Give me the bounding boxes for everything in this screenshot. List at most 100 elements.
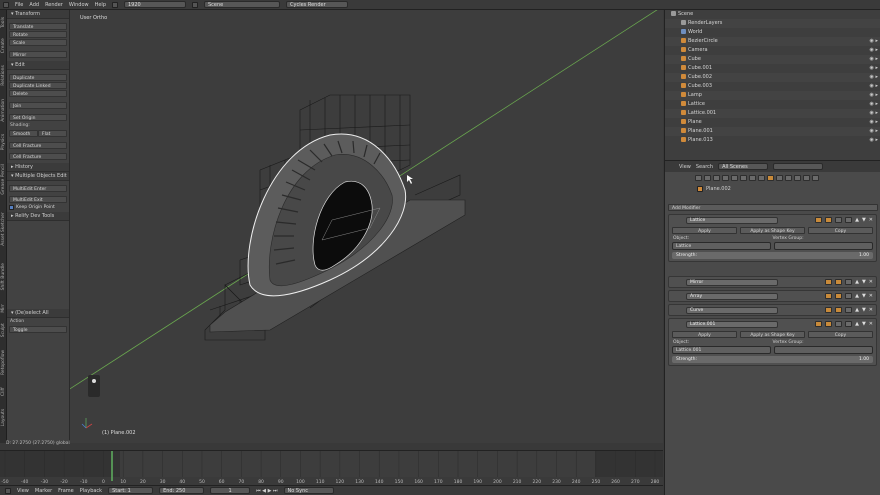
visibility-icon[interactable]: ◉ ▸ (866, 118, 878, 127)
vertex-group-field[interactable] (774, 242, 873, 250)
multiedit-enter-button[interactable]: MultiEdit Enter (9, 185, 67, 192)
panel-select-all-header[interactable]: ▾ (De)select All (7, 309, 69, 318)
panel-edit-header[interactable]: ▾ Edit (7, 61, 69, 70)
properties-tab-icon[interactable] (785, 175, 792, 181)
scene-icon[interactable] (192, 1, 198, 8)
outliner-item[interactable]: Plane.013 ◉ ▸ (665, 136, 880, 145)
keep-origin-checkbox[interactable]: Keep Origin Point (9, 204, 67, 211)
properties-tab-icon[interactable] (731, 175, 738, 181)
outliner-search-input[interactable] (773, 163, 824, 170)
properties-tab-icon[interactable] (812, 175, 819, 181)
move-down-icon[interactable]: ▼ (862, 321, 866, 327)
visibility-icon[interactable]: ◉ ▸ (866, 73, 878, 82)
menu-file[interactable]: File (15, 2, 23, 8)
lattice-object-field-2[interactable]: Lattice.001 (672, 346, 771, 354)
flat-button[interactable]: Flat (38, 130, 67, 137)
tab-physics[interactable]: Physics (0, 129, 7, 155)
visibility-icon[interactable]: ◉ ▸ (866, 127, 878, 136)
timeline[interactable]: -50 -40 -30 -20 -10 0 10 20 30 40 50 60 70 80 90 100 110… (0, 450, 663, 485)
smooth-button[interactable]: Smooth (9, 130, 38, 137)
3d-viewport[interactable]: User Ortho (1) Plane.002 (70, 10, 663, 443)
lattice-object-field[interactable]: Lattice (672, 242, 771, 250)
outliner-item[interactable]: Camera ◉ ▸ (665, 46, 880, 55)
layout-field[interactable]: 1920 (124, 1, 186, 8)
close-icon[interactable]: ✕ (869, 293, 873, 299)
tab-tools[interactable]: Tools (0, 12, 7, 32)
visibility-icon[interactable]: ◉ ▸ (866, 136, 878, 145)
outliner-search-menu[interactable]: Search (696, 164, 713, 170)
tab-create[interactable]: Create (0, 34, 7, 57)
outliner-item[interactable]: BezierCircle ◉ ▸ (665, 37, 880, 46)
rotate-button[interactable]: Rotate (9, 31, 67, 38)
panel-multi-edit-header[interactable]: ▾ Multiple Objects Edit (7, 172, 69, 181)
properties-tab-icon[interactable] (776, 175, 783, 181)
properties-tab-icon[interactable] (803, 175, 810, 181)
properties-tab-icon[interactable] (722, 175, 729, 181)
end-frame-field[interactable]: End: 250 (159, 487, 205, 494)
copy-button-2[interactable]: Copy (808, 331, 873, 338)
array-name-field[interactable]: Array (686, 292, 778, 300)
cell-fracture-button-2[interactable]: Cell Fracture (9, 153, 67, 160)
move-up-icon[interactable]: ▲ (855, 293, 859, 299)
visibility-icon[interactable]: ◉ ▸ (866, 46, 878, 55)
timeline-editor-icon[interactable] (5, 487, 11, 494)
outliner-item[interactable]: Cube.002 ◉ ▸ (665, 73, 880, 82)
properties-tab-icon[interactable] (695, 175, 702, 181)
layout-icon[interactable] (112, 1, 118, 8)
outliner-item[interactable]: Cube.003 ◉ ▸ (665, 82, 880, 91)
outliner-item[interactable]: Cube ◉ ▸ (665, 55, 880, 64)
cell-fracture-button[interactable]: Cell Fracture (9, 142, 67, 149)
close-icon[interactable]: ✕ (869, 279, 873, 285)
outliner-item[interactable]: Lattice.001 ◉ ▸ (665, 109, 880, 118)
close-icon[interactable]: ✕ (869, 321, 873, 327)
tab-mirr[interactable]: Mirr (0, 300, 7, 317)
outliner-item[interactable]: Cube.001 ◉ ▸ (665, 64, 880, 73)
modifier-viewport-toggle[interactable] (825, 217, 833, 223)
strength-slider[interactable]: Strength: 1.00 (672, 252, 873, 259)
playback-controls[interactable]: ⏮ ◀ ▶ ⏭ (256, 488, 277, 494)
menu-help[interactable]: Help (95, 2, 106, 8)
outliner-item[interactable]: Plane ◉ ▸ (665, 118, 880, 127)
modifier-name-field[interactable]: Lattice (686, 216, 778, 224)
delete-button[interactable]: Delete (9, 90, 67, 97)
duplicate-linked-button[interactable]: Duplicate Linked (9, 82, 67, 89)
outliner-view-menu[interactable]: View (679, 164, 691, 170)
timeline-menu-playback[interactable]: Playback (80, 488, 102, 494)
properties-tab-icon[interactable] (794, 175, 801, 181)
tab-sculpt[interactable]: Sculpt (0, 319, 7, 342)
visibility-icon[interactable]: ◉ ▸ (866, 37, 878, 46)
outliner-item[interactable]: RenderLayers (665, 19, 880, 28)
tab-shift-bundle[interactable]: Shift Bundle (0, 256, 7, 298)
modifier-cage-toggle[interactable] (845, 217, 853, 223)
duplicate-button[interactable]: Duplicate (9, 74, 67, 81)
scene-field[interactable]: Scene (204, 1, 280, 8)
modifier-name-field-2[interactable]: Lattice.001 (686, 320, 778, 328)
move-up-icon[interactable]: ▲ (855, 279, 859, 285)
move-down-icon[interactable]: ▼ (862, 279, 866, 285)
visibility-icon[interactable]: ◉ ▸ (866, 55, 878, 64)
panel-relify-header[interactable]: ▸ Relify Dev Tools (7, 212, 69, 221)
close-icon[interactable]: ✕ (869, 307, 873, 313)
display-mode-select[interactable]: All Scenes (718, 163, 769, 170)
visibility-icon[interactable]: ◉ ▸ (866, 109, 878, 118)
properties-tab-icon[interactable] (767, 175, 774, 181)
move-down-icon[interactable]: ▼ (862, 307, 866, 313)
vertex-group-field-2[interactable] (774, 346, 873, 354)
outliner-item[interactable]: World (665, 28, 880, 37)
tab-retopoflow[interactable]: Retopoflow (0, 344, 7, 380)
move-up-icon[interactable]: ▲ (855, 321, 859, 327)
apply-button-2[interactable]: Apply (672, 331, 737, 338)
visibility-icon[interactable]: ◉ ▸ (866, 82, 878, 91)
join-button[interactable]: Join (9, 102, 67, 109)
move-down-icon[interactable]: ▼ (862, 217, 866, 223)
properties-tab-icon[interactable] (713, 175, 720, 181)
close-icon[interactable]: ✕ (869, 217, 873, 223)
menu-add[interactable]: Add (29, 2, 39, 8)
move-up-icon[interactable]: ▲ (855, 217, 859, 223)
timeline-menu-marker[interactable]: Marker (35, 488, 52, 494)
outliner-item[interactable]: Plane.001 ◉ ▸ (665, 127, 880, 136)
properties-tab-icon[interactable] (749, 175, 756, 181)
modifier-render-toggle[interactable] (815, 217, 823, 223)
tab-relations[interactable]: Relations (0, 59, 7, 92)
apply-shape-key-button-2[interactable]: Apply as Shape Key (740, 331, 805, 338)
